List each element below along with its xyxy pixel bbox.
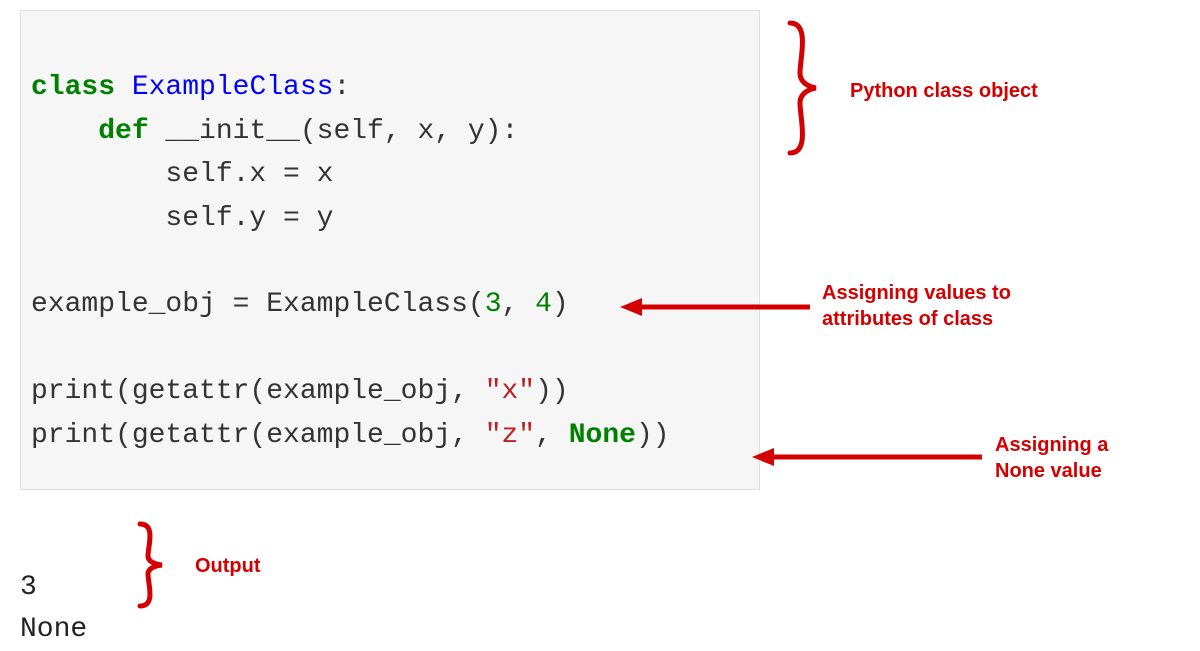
number-4: 4	[535, 289, 552, 320]
blank-line	[31, 246, 48, 277]
print-getattr-x-end: ))	[535, 376, 569, 407]
close-paren: )	[552, 289, 569, 320]
annotation-output: Output	[195, 553, 261, 579]
init-signature: __init__(self, x, y):	[149, 116, 519, 147]
keyword-class: class	[31, 72, 115, 103]
print-getattr-z-left: print(getattr(example_obj,	[31, 420, 485, 451]
annotation-assign-none-l2: None value	[995, 458, 1108, 484]
annotation-assign-none-l1: Assigning a	[995, 432, 1108, 458]
arrow-assign-values-icon	[620, 292, 810, 322]
code-block: class ExampleClass: def __init__(self, x…	[20, 10, 760, 490]
string-z: "z"	[485, 420, 535, 451]
annotation-assign-values-l1: Assigning values to	[822, 280, 1011, 306]
brace-output-icon	[130, 520, 180, 610]
print-getattr-z-end: ))	[636, 420, 670, 451]
print-getattr-x-left: print(getattr(example_obj,	[31, 376, 485, 407]
comma: ,	[535, 420, 569, 451]
class-name: ExampleClass	[115, 72, 333, 103]
colon: :	[333, 72, 350, 103]
obj-assign-left: example_obj = ExampleClass(	[31, 289, 485, 320]
brace-class-icon	[778, 18, 838, 158]
blank-line	[31, 333, 48, 364]
keyword-def: def	[31, 116, 149, 147]
none-keyword: None	[569, 420, 636, 451]
string-x: "x"	[485, 376, 535, 407]
number-3: 3	[485, 289, 502, 320]
assign-y: self.y = y	[31, 203, 333, 234]
output-line-1: 3	[20, 572, 37, 603]
arrow-assign-none-icon	[752, 442, 982, 472]
annotation-assign-values-l2: attributes of class	[822, 306, 1011, 332]
assign-x: self.x = x	[31, 159, 333, 190]
comma: ,	[502, 289, 536, 320]
annotation-class-object: Python class object	[850, 78, 1038, 104]
output-block: 3 None	[20, 525, 87, 651]
